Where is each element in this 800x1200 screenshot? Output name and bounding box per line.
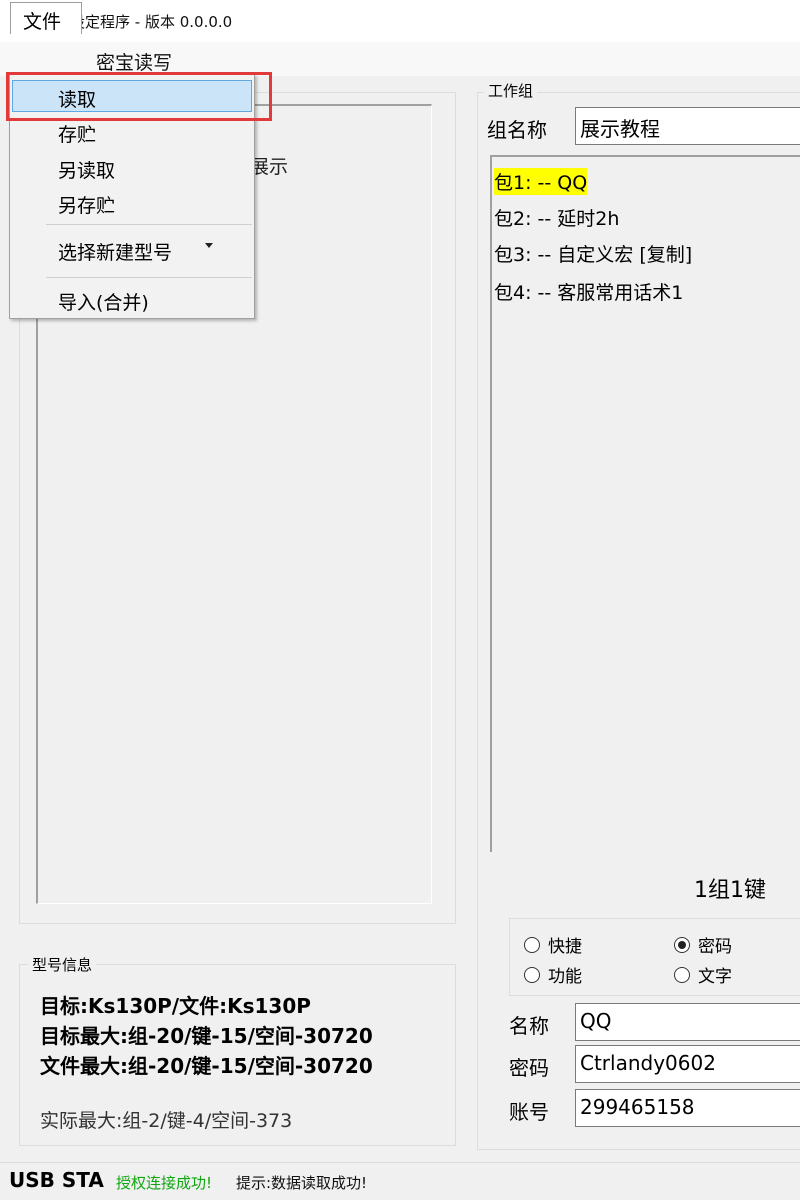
name-label: 名称: [509, 1014, 549, 1038]
info-actual-max-line: 实际最大:组-2/键-4/空间-373: [40, 1110, 293, 1132]
name-input[interactable]: QQ: [575, 1003, 800, 1041]
menu-separator: [46, 277, 252, 278]
radio-text-label: 文字: [698, 967, 732, 987]
package-item-3[interactable]: 包3: -- 自定义宏 [复制]: [494, 240, 692, 267]
group-name-label: 组名称: [487, 118, 547, 142]
auth-status: 授权连接成功!: [116, 1174, 213, 1192]
radio-text[interactable]: 文字: [674, 962, 732, 987]
menu-item-import[interactable]: 导入(合并): [58, 288, 149, 315]
radio-shortcut-label: 快捷: [548, 937, 582, 957]
group-key-count: 1组1键: [694, 878, 766, 903]
group-name-input[interactable]: 展示教程: [575, 107, 800, 145]
radio-circle-icon: [524, 966, 540, 983]
package-item-2[interactable]: 包2: -- 延时2h: [494, 204, 619, 231]
radio-password-label: 密码: [698, 937, 732, 957]
radio-checked-icon: [674, 936, 690, 953]
menu-separator: [46, 224, 252, 225]
radio-function-label: 功能: [548, 967, 582, 987]
annotation-highlight-box: [6, 72, 272, 121]
info-target-max-line: 目标最大:组-20/键-15/空间-30720: [40, 1024, 373, 1048]
menu-item-read-as[interactable]: 另读取: [58, 156, 115, 183]
menu-item-save[interactable]: 存贮: [58, 120, 96, 147]
tip-status: 提示:数据读取成功!: [236, 1174, 368, 1192]
package-item-4[interactable]: 包4: -- 客服常用话术1: [494, 278, 683, 305]
model-info-legend: 型号信息: [28, 954, 97, 975]
radio-circle-icon: [524, 936, 540, 953]
radio-shortcut[interactable]: 快捷: [524, 932, 582, 957]
menu-item-select-model[interactable]: 选择新建型号: [58, 238, 172, 265]
info-file-max-line: 文件最大:组-20/键-15/空间-30720: [40, 1054, 373, 1078]
password-label: 密码: [509, 1056, 549, 1080]
menu-read-write[interactable]: 密宝读写: [96, 48, 172, 75]
radio-circle-icon: [674, 966, 690, 983]
work-group-legend: 工作组: [484, 80, 538, 101]
account-input[interactable]: 299465158: [575, 1089, 800, 1127]
tree-item-text[interactable]: 展示: [250, 152, 288, 179]
account-label: 账号: [509, 1100, 549, 1124]
submenu-arrow-icon: [205, 243, 213, 248]
radio-function[interactable]: 功能: [524, 962, 582, 987]
info-target-line: 目标:Ks130P/文件:Ks130P: [40, 994, 311, 1018]
package-item-1[interactable]: 包1: -- QQ: [494, 168, 588, 195]
password-input[interactable]: Ctrlandy0602: [575, 1045, 800, 1083]
menu-item-save-as[interactable]: 另存贮: [58, 191, 115, 218]
usb-status: USB STA: [9, 1168, 104, 1192]
menu-file[interactable]: 文件: [10, 2, 82, 34]
radio-password[interactable]: 密码: [674, 932, 732, 957]
